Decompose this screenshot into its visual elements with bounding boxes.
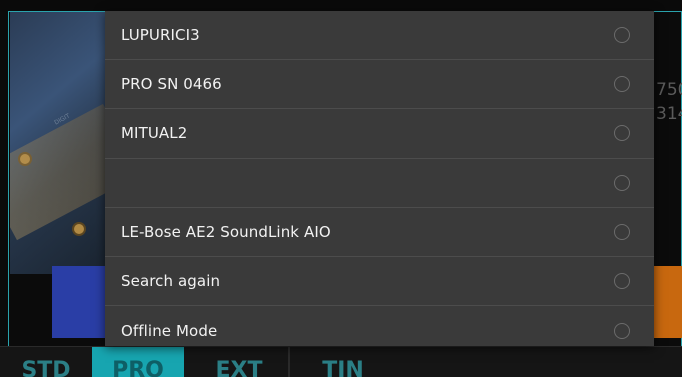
- radio-button[interactable]: [614, 174, 630, 191]
- device-option-lupurici3[interactable]: LUPURICI3: [105, 11, 654, 61]
- option-label: LE-Bose AE2 SoundLink AIO: [121, 222, 331, 241]
- option-label: PRO SN 0466: [121, 75, 222, 94]
- radio-button[interactable]: [614, 273, 630, 290]
- device-option-le-bose[interactable]: LE-Bose AE2 SoundLink AIO: [105, 208, 654, 257]
- device-select-dialog: LUPURICI3 PRO SN 0466 MITUAL2 LE-Bose AE…: [105, 11, 654, 346]
- radio-button[interactable]: [614, 125, 630, 142]
- orange-panel[interactable]: [654, 266, 682, 338]
- search-again-option[interactable]: Search again: [105, 257, 654, 307]
- option-label: Offline Mode: [121, 321, 218, 340]
- screw-icon: [20, 154, 30, 164]
- device-option-mitual2[interactable]: MITUAL2: [105, 109, 654, 159]
- offline-mode-option[interactable]: Offline Mode: [105, 306, 654, 355]
- radio-button[interactable]: [614, 27, 630, 44]
- radio-button[interactable]: [614, 223, 630, 240]
- radio-button[interactable]: [614, 322, 630, 339]
- radio-button[interactable]: [614, 76, 630, 93]
- device-image-label: DIGIT: [53, 112, 72, 127]
- option-label: LUPURICI3: [121, 26, 200, 45]
- option-label: Search again: [121, 272, 221, 291]
- blue-panel[interactable]: [52, 266, 106, 338]
- screw-icon: [74, 224, 84, 234]
- device-image: DIGIT: [10, 12, 105, 274]
- tab-std[interactable]: STD: [0, 347, 92, 377]
- top-band: [0, 0, 682, 11]
- option-label: MITUAL2: [121, 124, 188, 143]
- side-value-text: 750 314: [656, 80, 682, 124]
- device-option-unnamed[interactable]: [105, 159, 654, 208]
- device-option-pro-sn-0466[interactable]: PRO SN 0466: [105, 60, 654, 110]
